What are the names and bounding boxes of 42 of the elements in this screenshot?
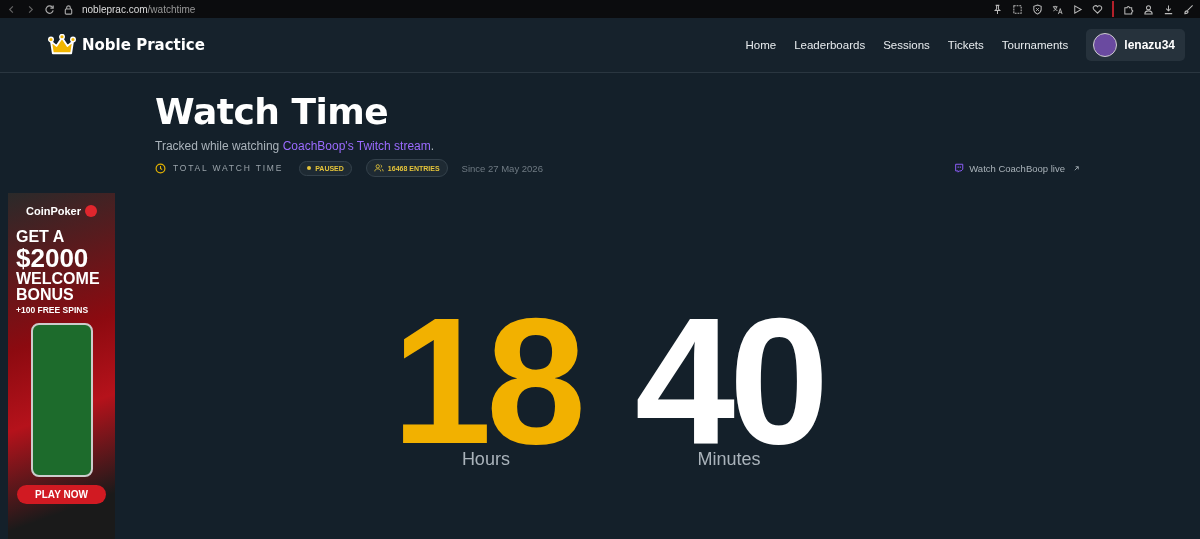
- advertisement-banner[interactable]: CoinPoker GET A $2000 WELCOME BONUS +100 FREE SPINS PLAY NOW: [8, 193, 115, 539]
- pin-icon[interactable]: [992, 3, 1003, 15]
- ad-subline: +100 FREE SPINS: [15, 305, 89, 315]
- heart-icon[interactable]: [1092, 3, 1103, 15]
- download-icon[interactable]: [1163, 3, 1174, 15]
- profile-icon[interactable]: [1143, 3, 1154, 15]
- counter-value: 40: [635, 311, 824, 451]
- nav-link[interactable]: Sessions: [883, 39, 930, 51]
- address-bar[interactable]: nobleprac.com/watchtime: [82, 3, 196, 15]
- ad-logo-icon: [85, 205, 97, 217]
- chat-icon: [954, 163, 965, 173]
- counter-value: 18: [391, 311, 580, 451]
- page-title: Watch Time: [155, 91, 390, 133]
- ad-brand-text: CoinPoker: [26, 205, 81, 217]
- translate-icon[interactable]: [1052, 3, 1063, 15]
- watch-live-link[interactable]: Watch CoachBoop live: [954, 162, 1080, 174]
- shield-icon[interactable]: [1032, 3, 1043, 15]
- user-menu-button[interactable]: lenazu34: [1086, 29, 1185, 61]
- ad-headline: GET A $2000 WELCOME BONUS: [15, 229, 100, 303]
- nav-link[interactable]: Home: [745, 39, 777, 51]
- avatar: [1093, 33, 1118, 57]
- users-icon: [373, 163, 384, 173]
- stream-link[interactable]: CoachBoop's Twitch stream: [282, 139, 431, 153]
- nav-link[interactable]: Tickets: [947, 39, 984, 51]
- play-icon[interactable]: [1072, 3, 1083, 15]
- lock-icon: [63, 3, 74, 15]
- subtitle-text: Tracked while watching CoachBoop's Twitch stream.: [155, 139, 436, 153]
- nav-link[interactable]: Leaderboards: [794, 39, 866, 51]
- brand-link[interactable]: Noble Practice: [48, 34, 205, 56]
- reload-icon[interactable]: [44, 3, 55, 15]
- screenshot-icon[interactable]: [1012, 3, 1023, 15]
- since-date: Since 27 May 2026: [461, 162, 543, 174]
- play-now-button[interactable]: PLAY NOW: [17, 485, 106, 504]
- clock-icon: [155, 162, 166, 174]
- counter-label: Hours: [461, 449, 510, 470]
- watch-time-label: TOTAL WATCH TIME: [173, 163, 284, 173]
- nav-link[interactable]: Tournaments: [1001, 39, 1069, 51]
- brush-icon[interactable]: [1183, 3, 1194, 15]
- crown-icon: [48, 34, 76, 56]
- counter-label: Minutes: [697, 449, 761, 470]
- external-link-icon: [1073, 164, 1080, 172]
- puzzle-icon[interactable]: [1123, 3, 1134, 15]
